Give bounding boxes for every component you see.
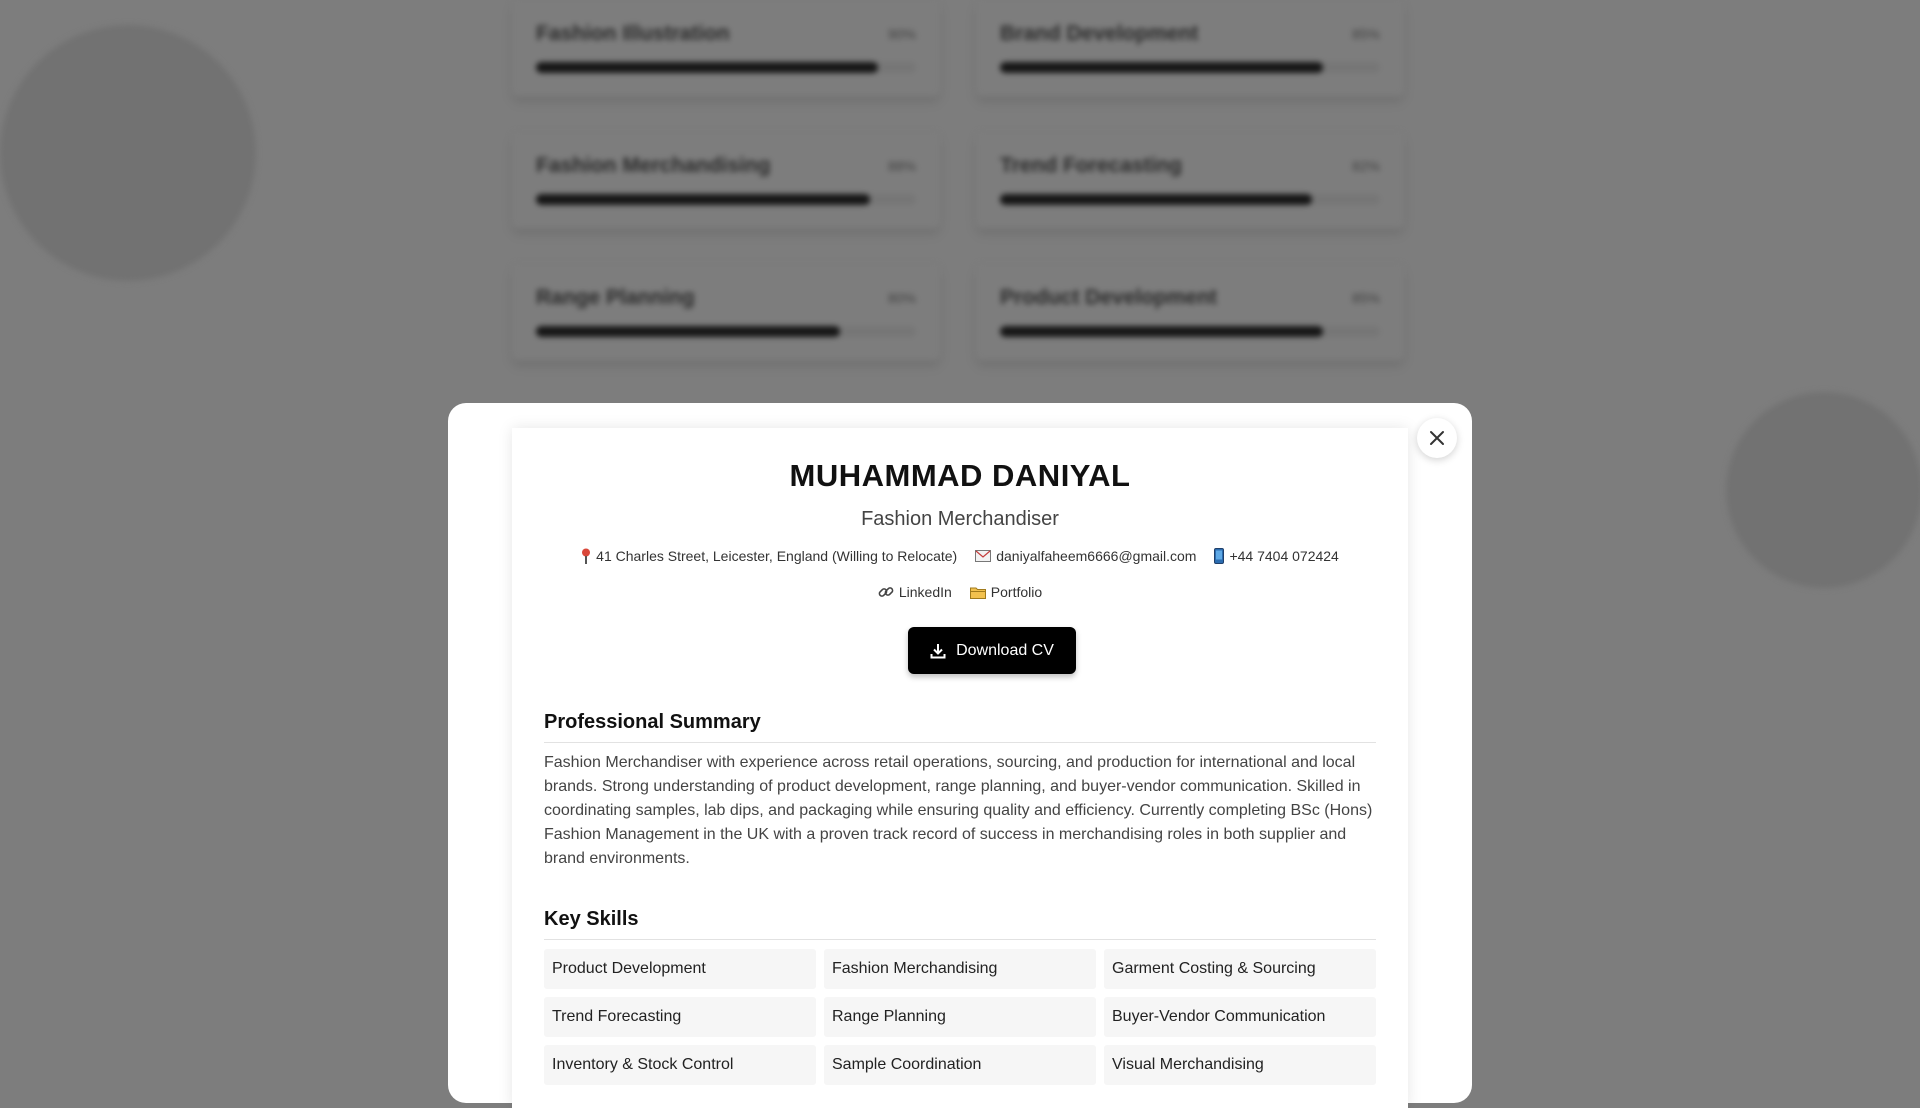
download-cv-label: Download CV <box>956 641 1054 659</box>
skill-chip: Trend Forecasting <box>544 997 816 1037</box>
portfolio-link[interactable]: Portfolio <box>969 584 1042 600</box>
skill-progress-track <box>536 194 916 205</box>
decorative-circle <box>1726 392 1920 588</box>
skill-chip: Inventory & Stock Control <box>544 1045 816 1085</box>
skill-card-percent: 90% <box>887 26 916 42</box>
skill-progress-track <box>1000 194 1380 205</box>
contact-row: 41 Charles Street, Leicester, England (W… <box>544 548 1376 564</box>
skill-card-name: Range Planning <box>536 286 695 309</box>
link-icon <box>878 587 894 597</box>
linkedin-link-text[interactable]: LinkedIn <box>899 584 952 600</box>
skill-card-name: Trend Forecasting <box>1000 154 1183 177</box>
skill-card-percent: 85% <box>1351 290 1380 306</box>
linkedin-link[interactable]: LinkedIn <box>878 584 952 600</box>
skill-chip: Product Development <box>544 949 816 989</box>
decorative-circle <box>0 25 256 281</box>
skill-card-percent: 80% <box>887 290 916 306</box>
skill-progress-track <box>536 326 916 337</box>
folder-icon <box>969 587 986 599</box>
contact-phone[interactable]: +44 7404 072424 <box>1214 548 1339 564</box>
skill-card: Brand Development 85% <box>976 0 1404 96</box>
skill-progress-track <box>536 62 916 73</box>
skill-card-name: Brand Development <box>1000 22 1199 45</box>
skill-chip: Visual Merchandising <box>1104 1045 1376 1085</box>
skill-chip: Fashion Merchandising <box>824 949 1096 989</box>
download-cv-button[interactable]: Download CV <box>908 627 1076 674</box>
skill-card-percent: 82% <box>1351 158 1380 174</box>
close-button[interactable] <box>1417 418 1457 458</box>
skill-card: Range Planning 80% <box>512 264 940 360</box>
summary-heading: Professional Summary <box>544 711 1376 743</box>
skill-progress-fill <box>536 326 840 337</box>
links-row: LinkedIn Portfolio <box>544 584 1376 600</box>
skill-progress-fill <box>1000 62 1323 73</box>
skill-card-percent: 88% <box>887 158 916 174</box>
cv-role: Fashion Merchandiser <box>861 508 1059 530</box>
skill-progress-fill <box>536 62 878 73</box>
skill-progress-fill <box>1000 194 1312 205</box>
summary-text: Fashion Merchandiser with experience acr… <box>544 754 1373 867</box>
contact-phone-text[interactable]: +44 7404 072424 <box>1229 548 1338 564</box>
skill-card-name: Fashion Merchandising <box>536 154 771 177</box>
skill-card-percent: 85% <box>1351 26 1380 42</box>
skill-progress-track <box>1000 326 1380 337</box>
skill-card: Trend Forecasting 82% <box>976 132 1404 228</box>
skills-heading: Key Skills <box>544 908 1376 940</box>
skills-grid: Product Development Fashion Merchandisin… <box>544 949 1376 1085</box>
skill-progress-track <box>1000 62 1380 73</box>
contact-email[interactable]: daniyalfaheem6666@gmail.com <box>975 548 1196 564</box>
skill-chip: Sample Coordination <box>824 1045 1096 1085</box>
contact-email-text[interactable]: daniyalfaheem6666@gmail.com <box>996 548 1196 564</box>
skill-card: Product Development 85% <box>976 264 1404 360</box>
skill-chip: Range Planning <box>824 997 1096 1037</box>
portfolio-link-text[interactable]: Portfolio <box>991 584 1042 600</box>
skill-progress-fill <box>1000 326 1323 337</box>
skill-progress-fill <box>536 194 871 205</box>
close-icon <box>1430 431 1444 445</box>
skill-chip: Garment Costing & Sourcing <box>1104 949 1376 989</box>
contact-address: 41 Charles Street, Leicester, England (W… <box>581 548 957 564</box>
cv-name: MUHAMMAD DANIYAL <box>789 458 1131 493</box>
pin-icon <box>582 548 591 564</box>
skill-card-name: Product Development <box>1000 286 1218 309</box>
skill-card: Fashion Merchandising 88% <box>512 132 940 228</box>
skill-chip: Buyer-Vendor Communication <box>1104 997 1376 1037</box>
download-icon <box>930 643 946 658</box>
skill-card-name: Fashion Illustration <box>536 22 730 45</box>
email-icon <box>975 550 992 562</box>
phone-icon <box>1214 548 1225 564</box>
cv-document: MUHAMMAD DANIYAL Fashion Merchandiser 41… <box>512 428 1408 1108</box>
contact-address-text: 41 Charles Street, Leicester, England (W… <box>596 548 958 564</box>
skill-card: Fashion Illustration 90% <box>512 0 940 96</box>
